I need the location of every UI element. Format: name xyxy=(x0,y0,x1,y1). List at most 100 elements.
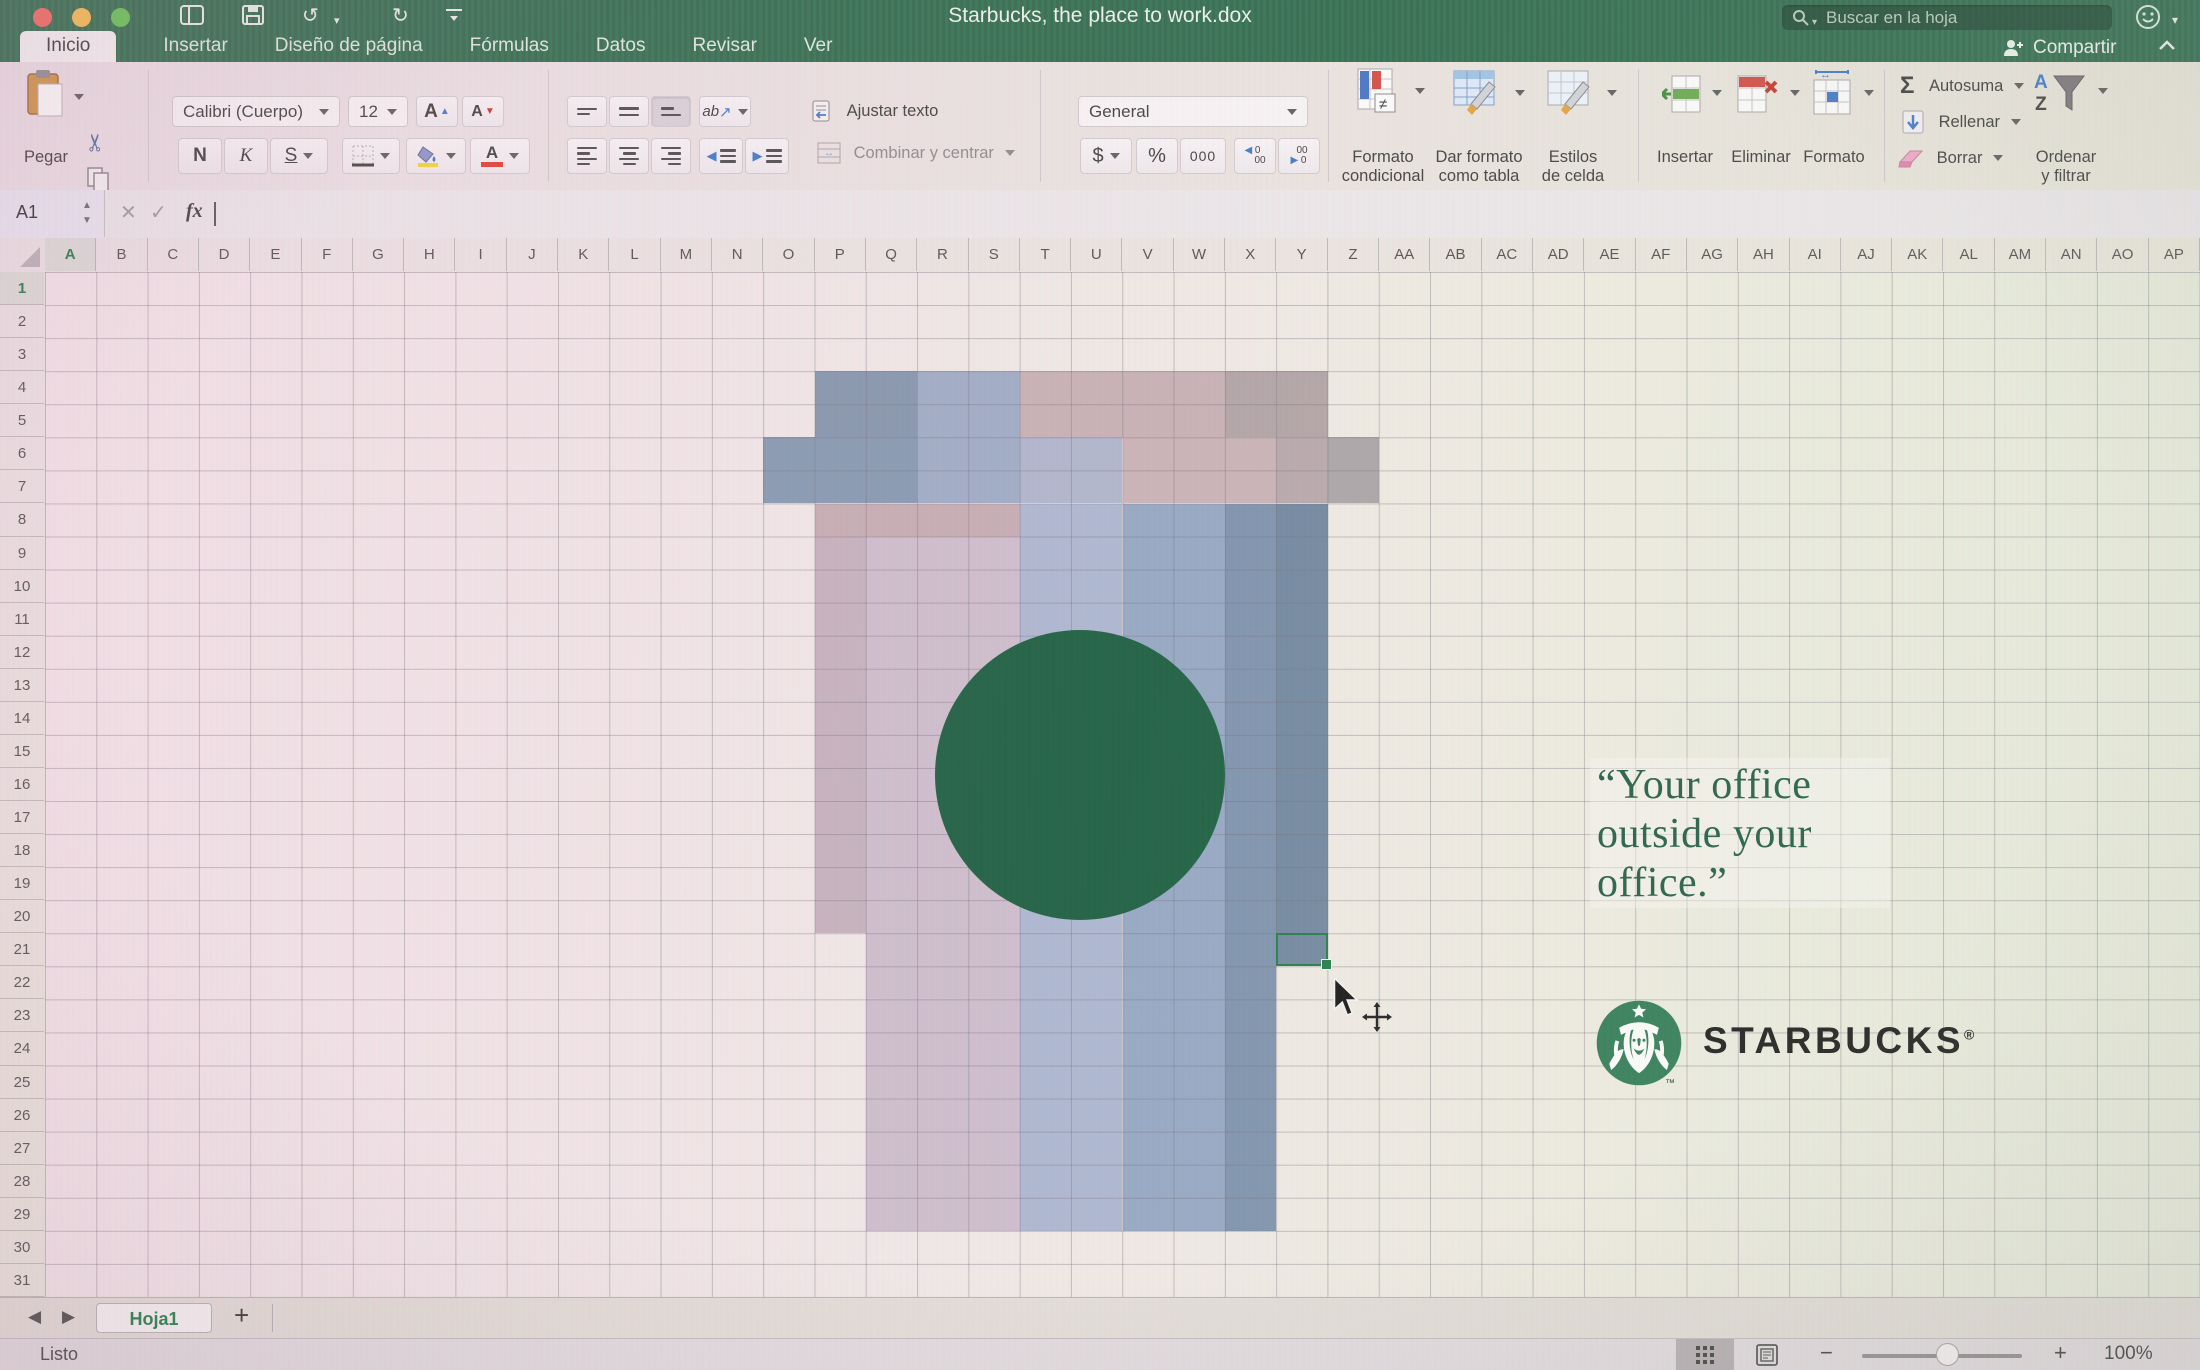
cell-styles-button[interactable]: Estilosde celda xyxy=(1525,66,1621,186)
row-header-17[interactable]: 17 xyxy=(0,801,44,834)
cut-icon[interactable]: ✂ xyxy=(82,132,111,152)
row-header-14[interactable]: 14 xyxy=(0,702,44,735)
delete-cells-button[interactable]: Eliminar xyxy=(1728,66,1794,186)
column-header-AJ[interactable]: AJ xyxy=(1841,238,1892,271)
column-header-X[interactable]: X xyxy=(1225,238,1276,271)
zoom-slider-knob[interactable] xyxy=(1936,1343,1959,1366)
column-header-AP[interactable]: AP xyxy=(2149,238,2200,271)
row-header-21[interactable]: 21 xyxy=(0,933,44,966)
column-header-R[interactable]: R xyxy=(917,238,968,271)
row-header-11[interactable]: 11 xyxy=(0,603,44,636)
row-header-20[interactable]: 20 xyxy=(0,900,44,933)
row-header-12[interactable]: 12 xyxy=(0,636,44,669)
row-header-27[interactable]: 27 xyxy=(0,1132,44,1165)
autosum-button[interactable]: Σ Autosuma xyxy=(1900,72,2024,100)
paste-button[interactable]: Pegar xyxy=(14,66,78,186)
align-center-button[interactable] xyxy=(609,138,649,174)
align-top-button[interactable] xyxy=(567,96,607,127)
format-as-table-button[interactable]: Dar formatocomo tabla xyxy=(1427,66,1531,186)
row-header-2[interactable]: 2 xyxy=(0,305,44,338)
fill-handle[interactable] xyxy=(1321,959,1332,970)
starbucks-green-circle-shape[interactable] xyxy=(935,630,1225,920)
row-header-9[interactable]: 9 xyxy=(0,537,44,570)
row-header-5[interactable]: 5 xyxy=(0,404,44,437)
column-header-Q[interactable]: Q xyxy=(866,238,917,271)
decrease-font-button[interactable]: A▼ xyxy=(462,96,504,127)
menu-tab-Ver[interactable]: Ver xyxy=(804,31,833,62)
active-cell-selection[interactable] xyxy=(1276,933,1327,966)
normal-view-button[interactable] xyxy=(1676,1339,1734,1370)
row-header-13[interactable]: 13 xyxy=(0,669,44,702)
column-header-AI[interactable]: AI xyxy=(1790,238,1841,271)
column-header-H[interactable]: H xyxy=(404,238,455,271)
feedback-smiley-icon[interactable] xyxy=(2135,4,2161,30)
thousands-button[interactable]: 000 xyxy=(1180,138,1226,174)
page-layout-view-button[interactable] xyxy=(1738,1339,1796,1370)
row-header-31[interactable]: 31 xyxy=(0,1264,44,1297)
column-header-S[interactable]: S xyxy=(969,238,1020,271)
column-header-P[interactable]: P xyxy=(815,238,866,271)
add-sheet-button[interactable]: + xyxy=(234,1300,249,1331)
sheet-grid[interactable]: “Your officeoutside youroffice.” STARBUC… xyxy=(45,272,2200,1297)
font-size-select[interactable]: 12 xyxy=(348,96,408,127)
enter-icon[interactable]: ✓ xyxy=(150,200,167,225)
sheet-tab-Hoja1[interactable]: Hoja1 xyxy=(96,1303,212,1333)
column-header-O[interactable]: O xyxy=(763,238,814,271)
next-sheet-icon[interactable]: ▶ xyxy=(62,1307,75,1327)
formula-input[interactable] xyxy=(224,190,2190,237)
column-header-C[interactable]: C xyxy=(148,238,199,271)
zoom-out-button[interactable]: − xyxy=(1820,1340,1833,1366)
column-header-AG[interactable]: AG xyxy=(1687,238,1738,271)
font-name-select[interactable]: Calibri (Cuerpo) xyxy=(172,96,340,127)
borders-button[interactable] xyxy=(342,138,400,174)
name-box-stepper[interactable]: ▲▼ xyxy=(82,198,92,228)
menu-tab-Insertar[interactable]: Insertar xyxy=(163,31,227,62)
align-right-button[interactable] xyxy=(651,138,691,174)
column-header-F[interactable]: F xyxy=(302,238,353,271)
menu-tab-Inicio[interactable]: Inicio xyxy=(20,31,116,62)
increase-font-button[interactable]: A▲ xyxy=(416,96,458,127)
row-header-25[interactable]: 25 xyxy=(0,1066,44,1099)
row-header-19[interactable]: 19 xyxy=(0,867,44,900)
clear-button[interactable]: Borrar xyxy=(1898,148,2003,168)
column-header-J[interactable]: J xyxy=(507,238,558,271)
share-button[interactable]: Compartir xyxy=(2002,37,2116,59)
column-header-Z[interactable]: Z xyxy=(1328,238,1379,271)
column-header-B[interactable]: B xyxy=(96,238,147,271)
previous-sheet-icon[interactable]: ◀ xyxy=(28,1307,41,1327)
increase-indent-button[interactable]: ▶ xyxy=(745,138,789,174)
row-header-3[interactable]: 3 xyxy=(0,338,44,371)
column-header-N[interactable]: N xyxy=(712,238,763,271)
increase-decimal-button[interactable]: ◀ 0 00 xyxy=(1234,138,1276,174)
column-header-AB[interactable]: AB xyxy=(1430,238,1481,271)
fill-color-button[interactable] xyxy=(406,138,466,174)
row-header-1[interactable]: 1 xyxy=(0,272,44,305)
copy-icon[interactable] xyxy=(86,166,112,192)
underline-button[interactable]: S xyxy=(270,138,328,174)
menu-tab-Fórmulas[interactable]: Fórmulas xyxy=(470,31,549,62)
column-header-W[interactable]: W xyxy=(1174,238,1225,271)
column-header-I[interactable]: I xyxy=(455,238,506,271)
column-header-AD[interactable]: AD xyxy=(1533,238,1584,271)
sort-filter-button[interactable]: AZ Ordenary filtrar xyxy=(2020,66,2112,186)
decrease-indent-button[interactable]: ◀ xyxy=(699,138,743,174)
row-header-28[interactable]: 28 xyxy=(0,1165,44,1198)
column-header-AM[interactable]: AM xyxy=(1995,238,2046,271)
column-header-AK[interactable]: AK xyxy=(1892,238,1943,271)
column-header-AC[interactable]: AC xyxy=(1482,238,1533,271)
column-header-AH[interactable]: AH xyxy=(1738,238,1789,271)
fx-icon[interactable]: fx xyxy=(186,200,203,223)
column-header-E[interactable]: E xyxy=(250,238,301,271)
row-header-30[interactable]: 30 xyxy=(0,1231,44,1264)
smiley-caret-icon[interactable]: ▾ xyxy=(2172,7,2178,33)
percent-button[interactable]: % xyxy=(1136,138,1178,174)
orientation-button[interactable]: ab ↗ xyxy=(699,96,751,127)
column-header-M[interactable]: M xyxy=(661,238,712,271)
wrap-text-button[interactable]: Ajustar texto xyxy=(812,100,938,122)
column-header-AA[interactable]: AA xyxy=(1379,238,1430,271)
menu-tab-Diseño de página[interactable]: Diseño de página xyxy=(275,31,423,62)
decrease-decimal-button[interactable]: 00 ▶ 0 xyxy=(1278,138,1320,174)
conditional-formatting-button[interactable]: ≠ Formatocondicional xyxy=(1333,66,1433,186)
column-header-G[interactable]: G xyxy=(353,238,404,271)
column-header-Y[interactable]: Y xyxy=(1276,238,1327,271)
